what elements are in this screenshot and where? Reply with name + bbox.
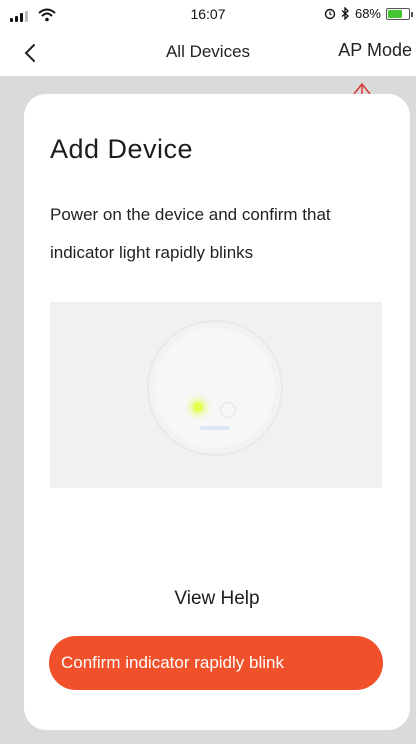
battery-fill: [388, 9, 402, 18]
device-glow: [200, 426, 230, 430]
device-image: [147, 320, 283, 456]
battery-percent: 68%: [354, 6, 381, 21]
device-button-icon: [220, 402, 236, 418]
instruction-text: Power on the device and confirm that ind…: [50, 205, 331, 262]
status-right: 68%: [324, 6, 413, 21]
bluetooth-icon: [341, 7, 349, 20]
card-heading: Add Device: [50, 134, 194, 164]
device-blinking-illustration: [50, 302, 382, 488]
ap-mode-button[interactable]: AP Mode: [338, 40, 412, 61]
view-help-link[interactable]: View Help: [24, 588, 410, 610]
indicator-light-icon: [193, 402, 203, 412]
top-bar: 16:07 68% All Devices AP Mode: [0, 0, 416, 76]
status-bar: 16:07 68%: [0, 6, 416, 26]
alarm-icon: [324, 8, 336, 19]
battery-icon: [386, 7, 413, 20]
add-device-card: Add Device Power on the device and confi…: [24, 94, 410, 730]
navigation-bar: All Devices AP Mode: [0, 32, 416, 72]
confirm-blink-button[interactable]: Confirm indicator rapidly blink: [49, 636, 383, 690]
